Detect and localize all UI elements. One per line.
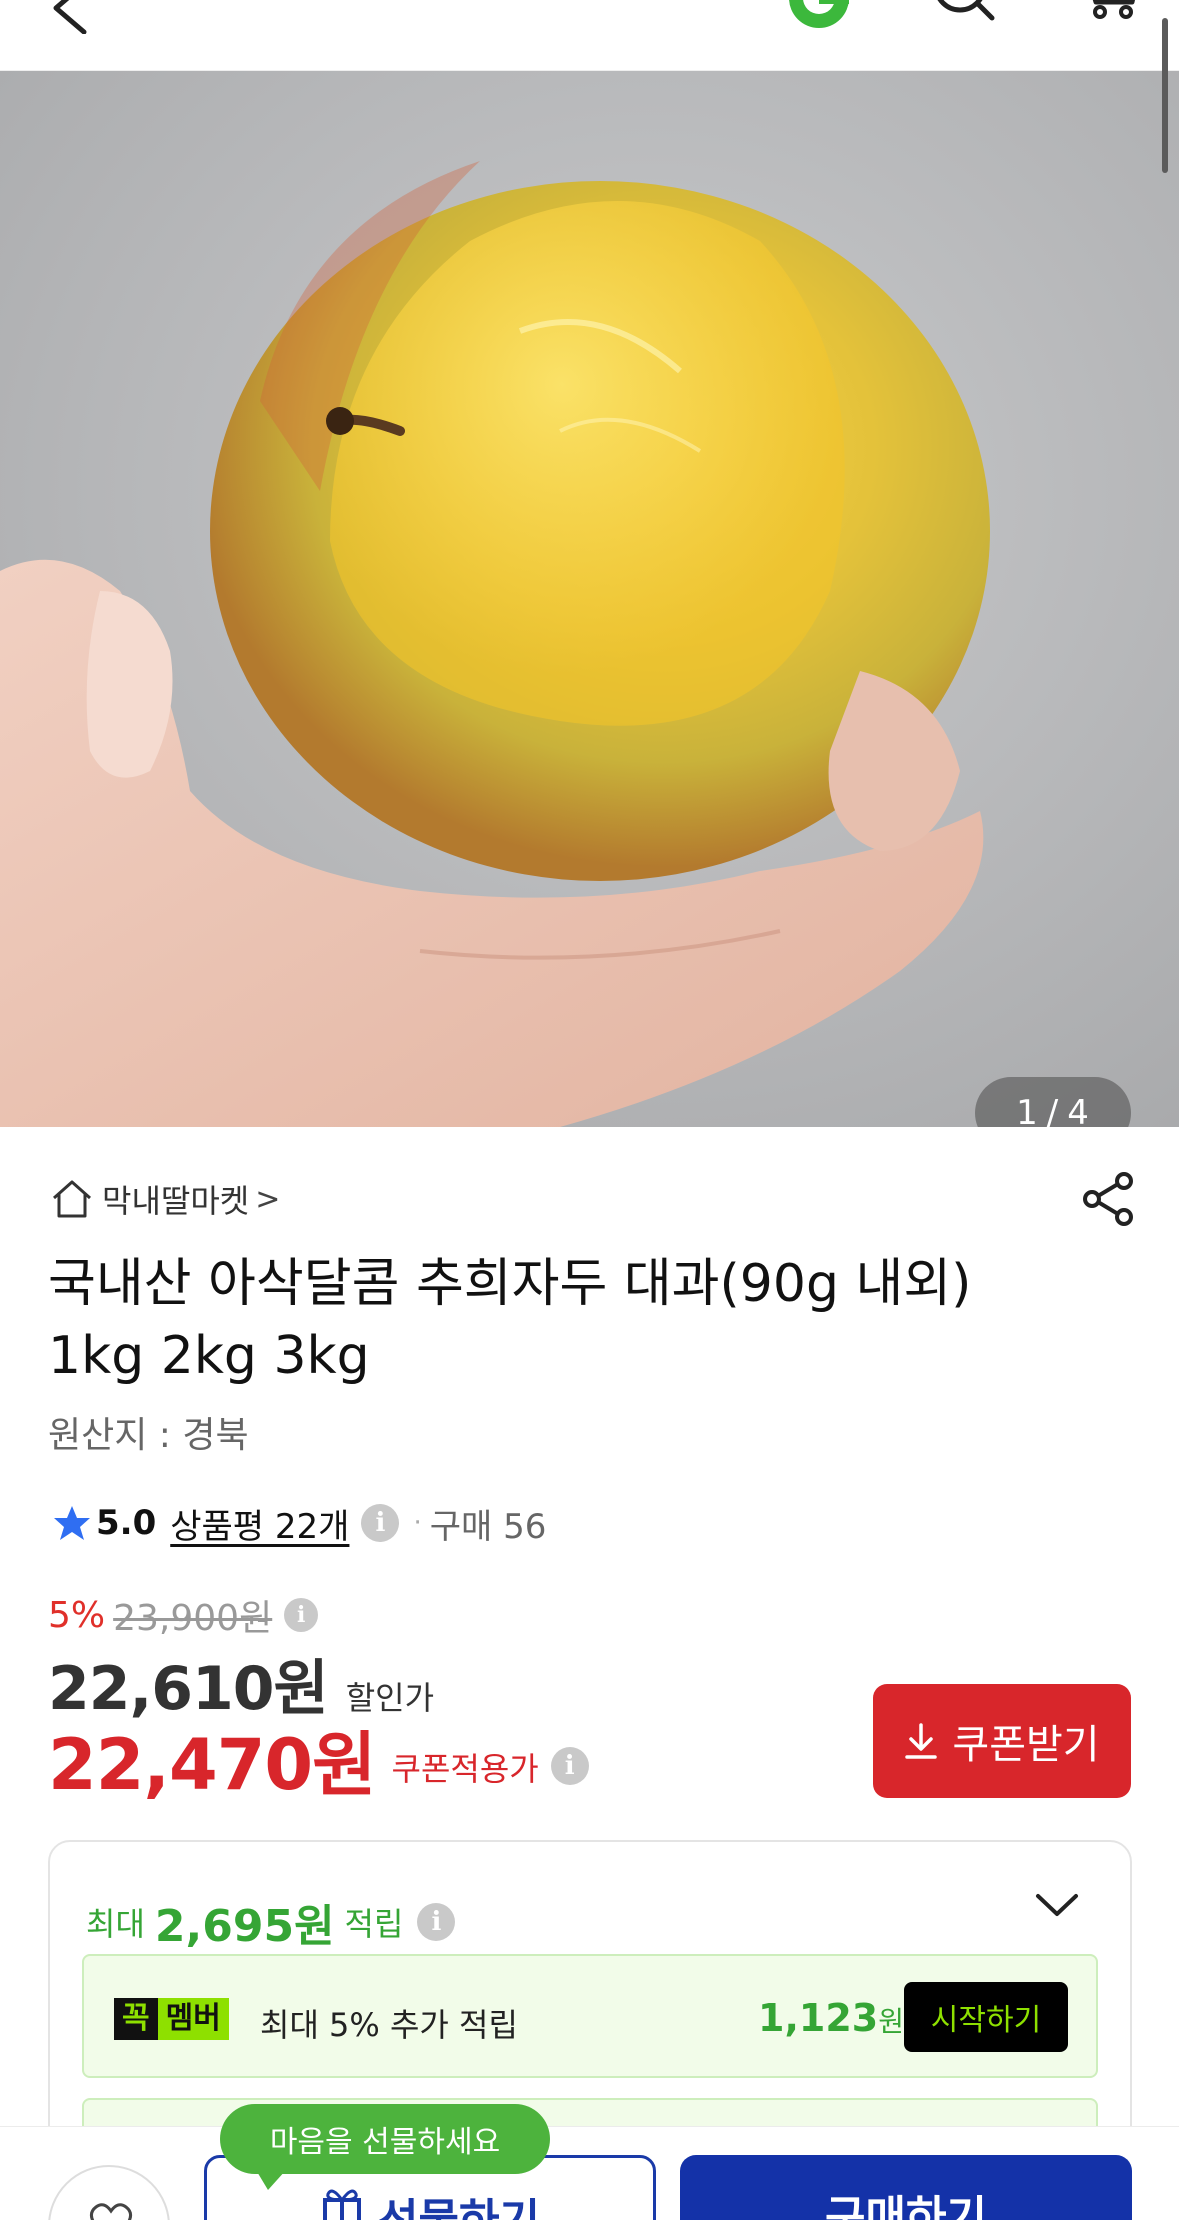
bottom-action-bar: 선물하기 구매하기 [0, 2126, 1179, 2220]
buy-button[interactable]: 구매하기 [680, 2155, 1132, 2220]
points-prefix: 최대 [86, 1905, 145, 1943]
original-price: 23,900원 [113, 1598, 273, 1639]
chevron-right-icon: > [255, 1181, 281, 1217]
chevron-down-icon[interactable] [1034, 1890, 1080, 1920]
buy-button-label: 구매하기 [825, 2192, 987, 2220]
info-icon[interactable]: i [417, 1903, 456, 1941]
g-logo-icon[interactable] [783, 0, 855, 38]
coupon-price: 22,470원 [48, 1723, 377, 1806]
top-nav-bar [0, 0, 1179, 173]
membership-amount: 1,123원 [758, 1996, 904, 2040]
coupon-price-row: 22,470원 쿠폰적용가 i [48, 1716, 589, 1806]
points-summary[interactable]: 최대 2,695원 적립 i [86, 1890, 456, 1954]
gift-button-label: 선물하기 [378, 2184, 540, 2220]
rating-row: 5.0 상품평 22개 i · 구매 56 [52, 1498, 546, 1548]
cart-icon[interactable] [1078, 0, 1140, 34]
info-icon[interactable]: i [284, 1598, 319, 1632]
gift-tooltip: 마음을 선물하세요 [220, 2104, 550, 2190]
rating-score: 5.0 [96, 1503, 157, 1543]
coupon-download-button[interactable]: 쿠폰받기 [873, 1684, 1131, 1798]
points-suffix: 적립 [344, 1905, 404, 1943]
product-image-gallery[interactable]: 1/4 [0, 71, 1179, 1127]
scrollbar[interactable] [1162, 18, 1168, 173]
purchase-count: 구매 56 [429, 1506, 547, 1547]
product-photo [0, 71, 1179, 1127]
star-icon [54, 1506, 90, 1540]
gift-icon [323, 2189, 362, 2220]
discount-percent: 5% [48, 1594, 106, 1636]
info-icon[interactable]: i [550, 1747, 589, 1785]
store-link[interactable]: 막내딸마켓 > [50, 1174, 280, 1224]
gallery-page-counter: 1/4 [975, 1077, 1131, 1127]
share-icon[interactable] [1080, 1171, 1136, 1227]
product-title: 국내산 아삭달콤 추희자두 대과(90g 내외) 1kg 2kg 3kg [48, 1254, 972, 1386]
wishlist-button[interactable] [48, 2165, 170, 2220]
points-amount: 2,695원 [154, 1901, 335, 1952]
separator-dot: · [413, 1508, 422, 1538]
membership-start-button[interactable]: 시작하기 [904, 1982, 1068, 2052]
chevron-left-icon[interactable] [46, 0, 100, 34]
membership-badge: 꼭 멤버 [114, 1998, 229, 2040]
discount-row: 5% 23,900원 i [48, 1590, 319, 1640]
heart-icon [89, 2203, 133, 2220]
info-icon[interactable]: i [361, 1504, 400, 1542]
membership-promo[interactable]: 꼭 멤버 최대 5% 추가 적립 1,123원 시작하기 [82, 1954, 1098, 2078]
membership-text: 최대 5% 추가 적립 [260, 2006, 518, 2044]
reviews-link[interactable]: 상품평 22개 [170, 1499, 349, 1548]
coupon-price-label: 쿠폰적용가 [391, 1750, 539, 1788]
coupon-button-label: 쿠폰받기 [952, 1722, 1100, 1768]
product-origin: 원산지 : 경북 [48, 1415, 249, 1456]
download-icon [905, 1723, 938, 1759]
store-name: 막내딸마켓 [102, 1182, 250, 1220]
sale-price-row: 22,610원 할인가 [48, 1640, 434, 1724]
search-icon[interactable] [928, 0, 998, 34]
home-icon [53, 1180, 91, 1218]
